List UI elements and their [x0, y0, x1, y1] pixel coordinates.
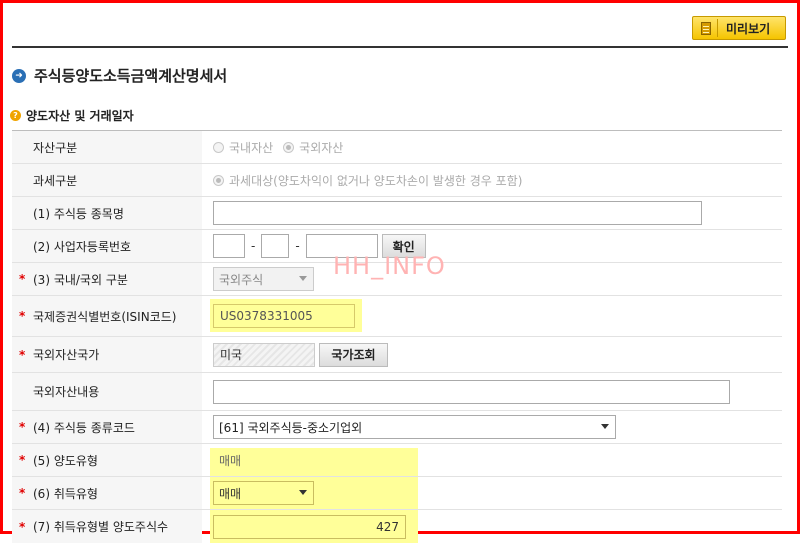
stock-type-code-select[interactable]: [61] 국외주식등-중소기업외 [213, 415, 616, 439]
country-lookup-button[interactable]: 국가조회 [319, 342, 388, 367]
preview-button-label: 미리보기 [726, 21, 771, 36]
confirm-button[interactable]: 확인 [381, 234, 426, 258]
required-marker: * [19, 347, 26, 362]
document-icon [701, 21, 711, 35]
label-transfer-type-text: (5) 양도유형 [33, 453, 98, 468]
highlight-mark [210, 448, 418, 476]
required-marker: * [19, 272, 26, 286]
section-title: ? 양도자산 및 거래일자 [10, 107, 134, 124]
value-stock-type-code: [61] 국외주식등-중소기업외 [202, 411, 782, 443]
label-domestic-foreign: * (3) 국내/국외 구분 [12, 263, 202, 295]
row-biz-reg-no: (2) 사업자등록번호 - - 확인 [12, 230, 782, 263]
acquisition-type-select[interactable]: 매매 [213, 481, 314, 505]
dash-separator: - [295, 239, 300, 253]
value-stock-name [202, 197, 782, 229]
value-biz-reg-no: - - 확인 [202, 230, 782, 262]
label-tax-type: 과세구분 [12, 164, 202, 196]
biz-reg-no-part3-input[interactable] [305, 234, 378, 258]
radio-domestic-asset-label: 국내자산 [229, 140, 274, 155]
stock-name-input[interactable] [213, 201, 702, 225]
radio-domestic-asset[interactable]: 국내자산 [213, 139, 273, 156]
label-asset-type: 자산구분 [12, 131, 202, 163]
label-shares-by-acq-type: * (7) 취득유형별 양도주식수 [12, 510, 202, 543]
row-isin: * 국제증권식별번호(ISIN코드) US0378331005 [12, 296, 782, 337]
required-marker: * [19, 420, 26, 434]
row-transfer-type: * (5) 양도유형 매매 [12, 444, 782, 477]
row-foreign-asset-desc: 국외자산내용 [12, 373, 782, 411]
label-isin-text: 국제증권식별번호(ISIN코드) [33, 309, 177, 324]
biz-reg-no-part2-input[interactable] [261, 234, 290, 258]
value-acquisition-type: 매매 [202, 477, 782, 509]
value-foreign-asset-desc [202, 373, 782, 410]
required-marker: * [19, 453, 26, 467]
transfer-asset-form: 자산구분 국내자산 국외자산 과세구분 과세대상(양도차익이 없거나 양도차손이… [12, 130, 782, 543]
required-marker: * [19, 486, 26, 500]
row-acquisition-type: * (6) 취득유형 매매 [12, 477, 782, 510]
page-title: ➜ 주식등양도소득금액계산명세서 [12, 65, 227, 86]
question-icon: ? [10, 110, 21, 121]
radio-foreign-asset-label: 국외자산 [299, 140, 344, 155]
label-foreign-country-text: 국외자산국가 [33, 348, 100, 362]
radio-foreign-asset[interactable]: 국외자산 [283, 139, 343, 156]
row-asset-type: 자산구분 국내자산 국외자산 [12, 131, 782, 164]
radio-dot-selected [283, 141, 295, 153]
value-asset-type: 국내자산 국외자산 [202, 131, 782, 163]
chevron-down-icon [299, 276, 307, 281]
row-shares-by-acq-type: * (7) 취득유형별 양도주식수 427 [12, 510, 782, 543]
label-biz-reg-no: (2) 사업자등록번호 [12, 230, 202, 262]
row-stock-name: (1) 주식등 종목명 [12, 197, 782, 230]
value-tax-type: 과세대상(양도차익이 없거나 양도차손이 발생한 경우 포함) [202, 164, 782, 196]
radio-taxable-label: 과세대상(양도차익이 없거나 양도차손이 발생한 경우 포함) [229, 173, 523, 188]
value-shares-by-acq-type: 427 [202, 510, 782, 543]
label-isin: * 국제증권식별번호(ISIN코드) [12, 296, 202, 336]
acquisition-type-select-value: 매매 [219, 486, 242, 501]
value-transfer-type: 매매 [202, 444, 782, 476]
isin-input[interactable]: US0378331005 [213, 304, 355, 328]
value-isin: US0378331005 [202, 296, 782, 336]
row-domestic-foreign: * (3) 국내/국외 구분 국외주식 [12, 263, 782, 296]
label-transfer-type: * (5) 양도유형 [12, 444, 202, 476]
foreign-country-input: 미국 [213, 342, 315, 367]
domestic-foreign-select-value: 국외주식 [219, 272, 264, 287]
biz-reg-no-part1-input[interactable] [213, 234, 245, 258]
row-stock-type-code: * (4) 주식등 종류코드 [61] 국외주식등-중소기업외 [12, 411, 782, 444]
radio-dot-selected [213, 174, 224, 186]
foreign-asset-desc-input[interactable] [213, 379, 730, 404]
label-shares-by-acq-type-text: (7) 취득유형별 양도주식수 [33, 520, 169, 534]
label-stock-type-code-text: (4) 주식등 종류코드 [33, 420, 135, 435]
stock-type-code-select-value: [61] 국외주식등-중소기업외 [219, 420, 363, 435]
shares-count-input[interactable]: 427 [213, 514, 406, 539]
label-stock-name: (1) 주식등 종목명 [12, 197, 202, 229]
button-separator [717, 19, 718, 37]
page-title-text: 주식등양도소득금액계산명세서 [34, 67, 228, 85]
dash-separator: - [251, 239, 256, 253]
label-acquisition-type: * (6) 취득유형 [12, 477, 202, 509]
arrow-right-icon: ➜ [12, 68, 26, 83]
transfer-type-value: 매매 [219, 453, 242, 468]
chevron-down-icon [601, 424, 609, 429]
chevron-down-icon [299, 490, 307, 495]
value-foreign-country: 미국 국가조회 [202, 337, 782, 372]
row-foreign-country: * 국외자산국가 미국 국가조회 [12, 337, 782, 373]
label-acquisition-type-text: (6) 취득유형 [33, 486, 98, 501]
row-tax-type: 과세구분 과세대상(양도차익이 없거나 양도차손이 발생한 경우 포함) [12, 164, 782, 197]
label-foreign-country: * 국외자산국가 [12, 337, 202, 372]
value-domestic-foreign: 국외주식 [202, 263, 782, 295]
domestic-foreign-select[interactable]: 국외주식 [213, 267, 314, 291]
label-stock-type-code: * (4) 주식등 종류코드 [12, 411, 202, 443]
radio-taxable[interactable]: 과세대상(양도차익이 없거나 양도차손이 발생한 경우 포함) [213, 172, 522, 189]
top-toolbar: 미리보기 [12, 10, 788, 48]
label-foreign-asset-desc: 국외자산내용 [12, 373, 202, 410]
label-domestic-foreign-text: (3) 국내/국외 구분 [33, 272, 128, 287]
preview-button[interactable]: 미리보기 [692, 16, 786, 40]
required-marker: * [19, 309, 26, 323]
required-marker: * [19, 519, 26, 534]
section-title-text: 양도자산 및 거래일자 [26, 109, 134, 123]
radio-dot [213, 141, 224, 153]
